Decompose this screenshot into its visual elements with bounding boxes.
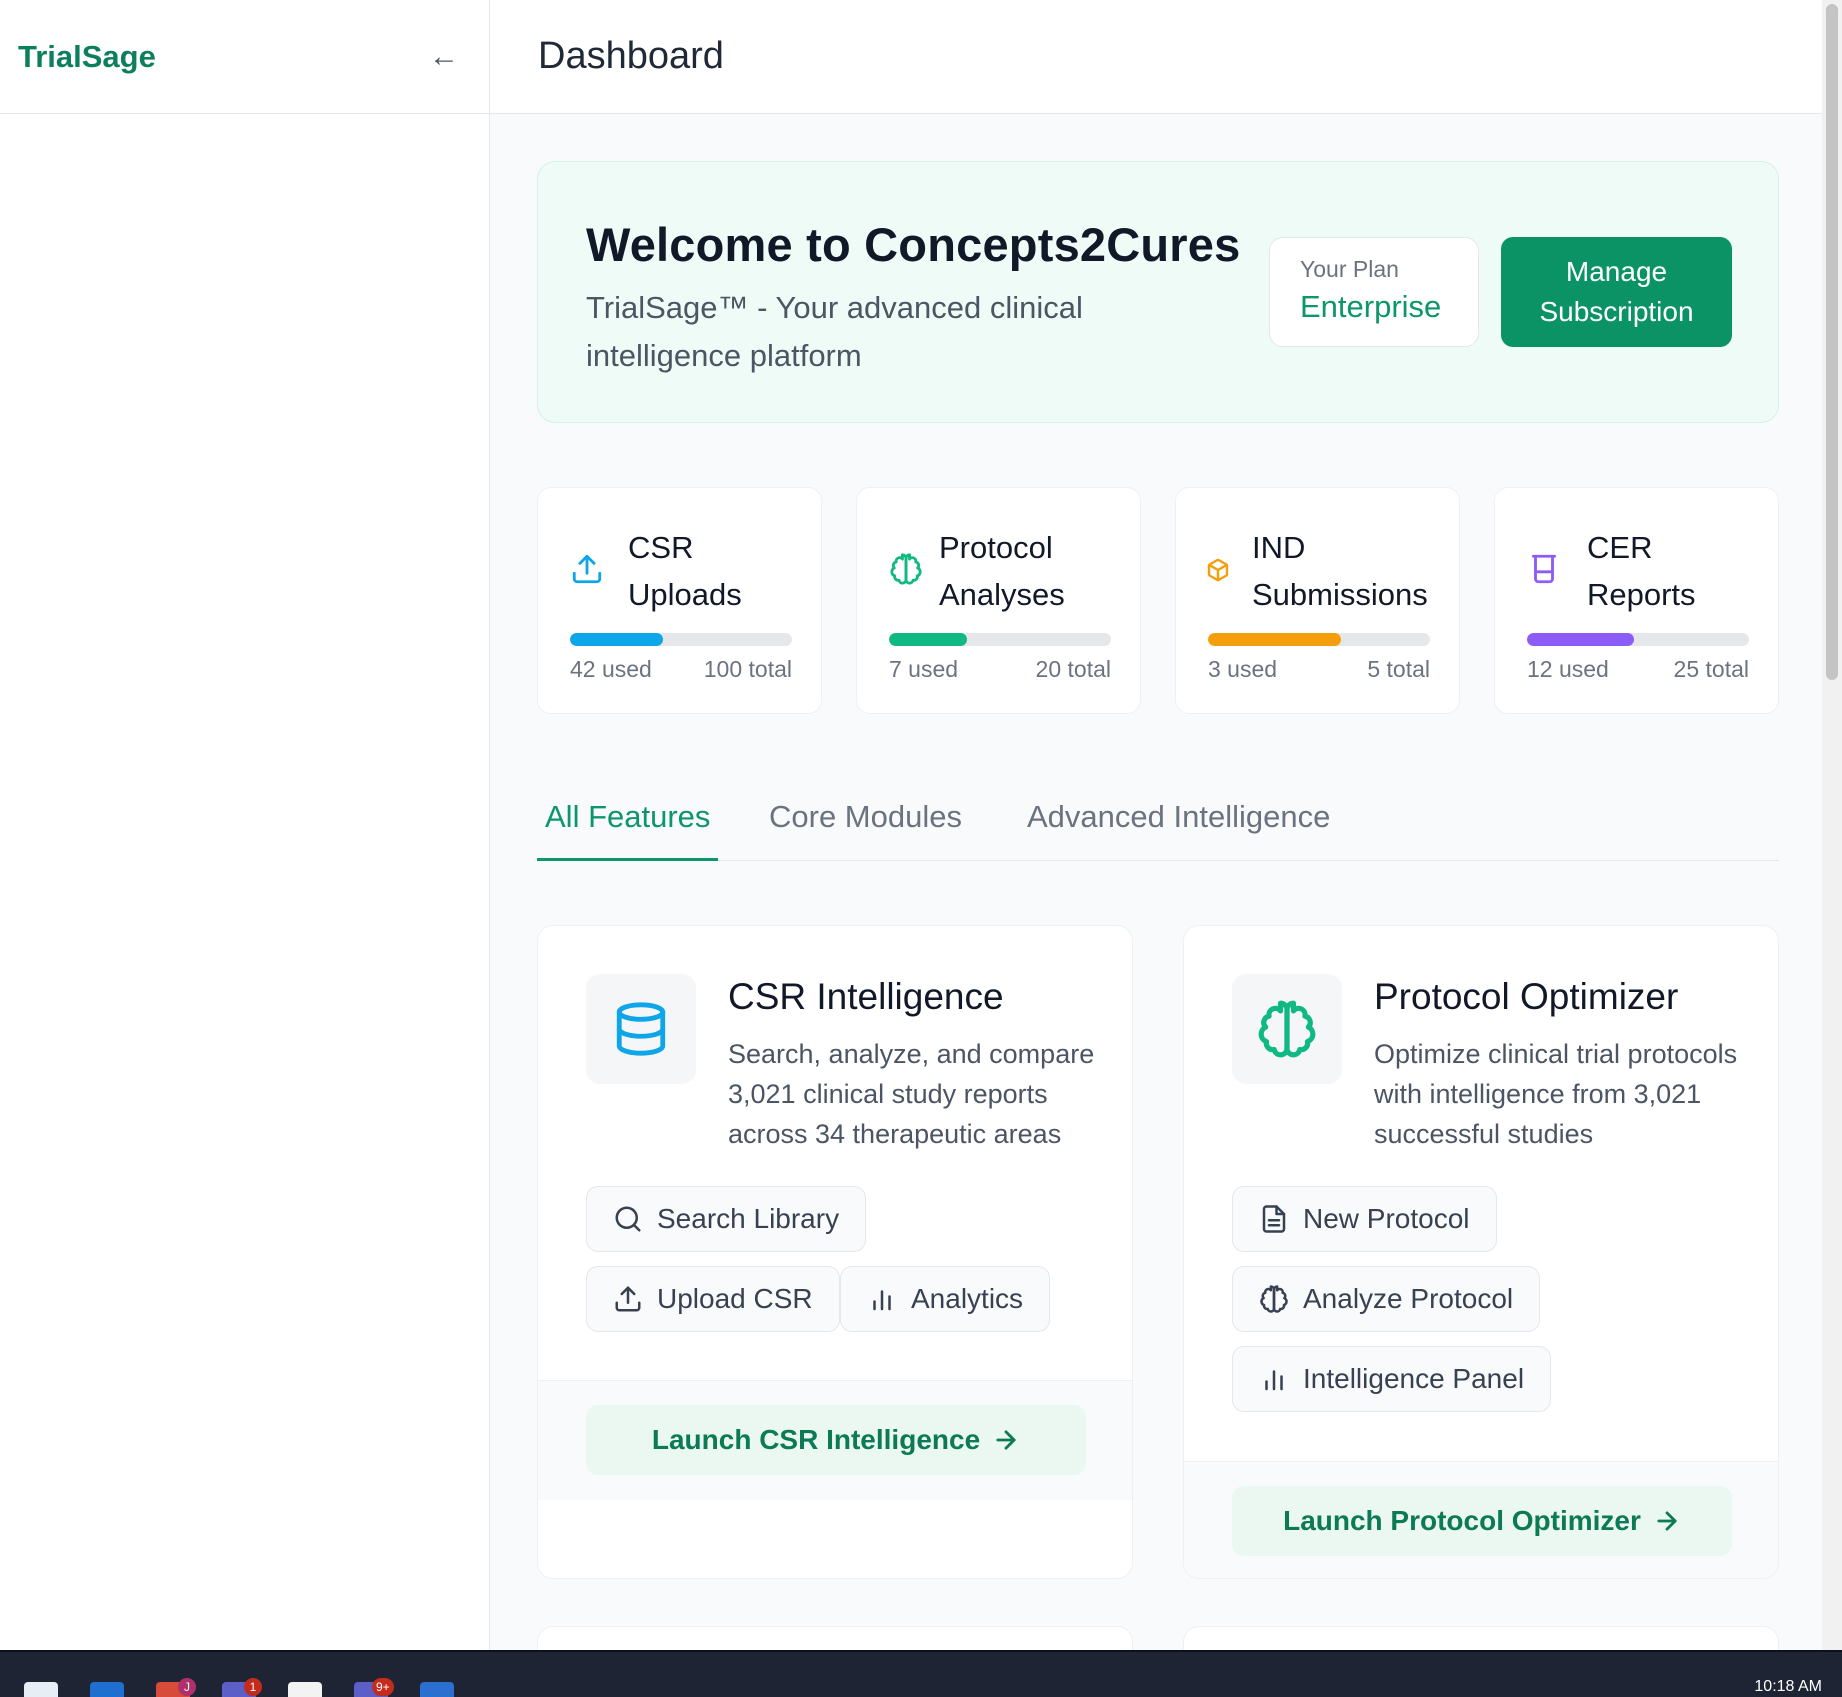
stat-total: 100 total (703, 656, 792, 682)
arrow-left-icon[interactable]: ← (429, 41, 459, 72)
feature-tabs: All Features Core Modules Advanced Intel… (537, 791, 1779, 861)
plan-value: Enterprise (1300, 289, 1442, 324)
main-content: Welcome to Concepts2Cures TrialSage™ - Y… (537, 161, 1779, 1686)
upload-icon (572, 554, 602, 584)
database-icon (616, 1002, 666, 1056)
stat-card-protocol-analyses: Protocol Analyses 7 used 20 total (856, 487, 1141, 714)
brand-logo-text[interactable]: TrialSage (18, 39, 156, 75)
feature-card-footer: Launch Protocol Optimizer (1184, 1461, 1778, 1578)
stat-title: IND Submissions (1252, 530, 1428, 612)
tab-core-modules[interactable]: Core Modules (769, 799, 962, 861)
scrollbar[interactable] (1822, 0, 1842, 1650)
outlook-icon[interactable] (90, 1682, 124, 1697)
stat-footer: 12 used 25 total (1527, 656, 1749, 683)
new-protocol-button[interactable]: New Protocol (1232, 1186, 1497, 1252)
manage-subscription-button[interactable]: Manage Subscription (1501, 237, 1732, 347)
stat-used: 7 used (889, 656, 959, 682)
usage-progress-fill (889, 633, 967, 646)
stat-title: CSR Uploads (628, 530, 742, 612)
brain-icon (890, 553, 922, 585)
taskbar-clock: 10:18 AM (1754, 1678, 1822, 1695)
feature-title: Protocol Optimizer (1374, 976, 1679, 1017)
upload-csr-button[interactable]: Upload CSR (586, 1266, 840, 1332)
chip-label: Analyze Protocol (1303, 1283, 1514, 1314)
notification-badge: 1 (244, 1678, 262, 1696)
stat-used: 12 used (1527, 656, 1609, 682)
stat-card-ind-submissions: IND Submissions 3 used 5 total (1175, 487, 1460, 714)
usage-stats: CSR Uploads 42 used 100 total Protocol An… (537, 487, 1779, 714)
chip-label: Intelligence Panel (1303, 1363, 1525, 1394)
chip-label: New Protocol (1303, 1203, 1470, 1234)
sidebar-header: TrialSage ← (0, 0, 489, 114)
bar-chart-icon (1265, 1370, 1283, 1391)
bar-chart-icon (873, 1290, 891, 1311)
analyze-protocol-button[interactable]: Analyze Protocol (1232, 1266, 1541, 1332)
calendar-icon[interactable] (288, 1682, 322, 1697)
feature-title: CSR Intelligence (728, 976, 1004, 1017)
chip-label: Upload CSR (657, 1283, 813, 1314)
feature-icon-box (586, 974, 696, 1084)
stat-footer: 3 used 5 total (1208, 656, 1430, 683)
feature-card-csr-intelligence: CSR Intelligence Search, analyze, and co… (537, 925, 1133, 1579)
scrollbar-thumb[interactable] (1826, 4, 1838, 680)
usage-progress-bar (1527, 633, 1749, 646)
upload-icon (615, 1286, 641, 1312)
file-explorer-icon[interactable] (24, 1682, 58, 1697)
chip-label: Search Library (657, 1203, 840, 1234)
feature-card-footer: Launch CSR Intelligence (538, 1380, 1132, 1500)
stat-card-cer-reports: CER Reports 12 used 25 total (1494, 487, 1779, 714)
welcome-banner: Welcome to Concepts2Cures TrialSage™ - Y… (537, 161, 1779, 423)
feature-icon-box (1232, 974, 1342, 1084)
plan-card: Your Plan Enterprise (1269, 237, 1479, 347)
stat-total: 5 total (1367, 656, 1430, 682)
arrow-right-icon (996, 1430, 1016, 1450)
os-taskbar: J 1 9+ 10:18 AM (0, 1650, 1842, 1697)
launch-label: Launch CSR Intelligence (651, 1424, 981, 1455)
page-title: Dashboard (538, 35, 724, 77)
tab-all-features[interactable]: All Features (537, 799, 719, 861)
usage-progress-fill (570, 633, 664, 646)
usage-progress-fill (1527, 633, 1634, 646)
beaker-icon (1531, 554, 1557, 584)
search-icon (615, 1206, 641, 1232)
top-header: Dashboard (490, 0, 1822, 114)
notification-badge: 9+ (372, 1678, 394, 1696)
stat-card-csr-uploads: CSR Uploads 42 used 100 total (537, 487, 822, 714)
launch-label: Launch Protocol Optimizer (1283, 1505, 1641, 1536)
usage-progress-fill (1208, 633, 1342, 646)
arrow-right-icon (1657, 1511, 1677, 1531)
stat-used: 3 used (1208, 656, 1278, 682)
search-library-button[interactable]: Search Library (586, 1186, 867, 1252)
launch-protocol-optimizer-button[interactable]: Launch Protocol Optimizer (1232, 1486, 1732, 1556)
intelligence-panel-button[interactable]: Intelligence Panel (1232, 1346, 1552, 1412)
stat-footer: 42 used 100 total (570, 656, 792, 683)
stat-title: Protocol Analyses (939, 530, 1065, 612)
file-text-icon (1262, 1205, 1286, 1233)
usage-progress-bar (889, 633, 1111, 646)
feature-description: Search, analyze, and compare 3,021 clini… (728, 1039, 1095, 1149)
analytics-button[interactable]: Analytics (840, 1266, 1051, 1332)
brain-icon (1258, 1000, 1316, 1058)
stat-total: 20 total (1035, 656, 1111, 682)
stat-footer: 7 used 20 total (889, 656, 1111, 683)
feature-card-protocol-optimizer: Protocol Optimizer Optimize clinical tri… (1183, 925, 1779, 1579)
usage-progress-bar (570, 633, 792, 646)
plan-label: Your Plan (1300, 256, 1399, 282)
package-icon (1207, 558, 1229, 582)
welcome-subtitle: TrialSage™ - Your advanced clinical inte… (586, 290, 1083, 373)
stat-total: 25 total (1673, 656, 1749, 682)
notification-badge: J (178, 1678, 196, 1696)
brain-icon (1260, 1285, 1288, 1313)
feature-description: Optimize clinical trial protocols with i… (1374, 1039, 1738, 1149)
usage-progress-bar (1208, 633, 1430, 646)
launch-csr-intelligence-button[interactable]: Launch CSR Intelligence (586, 1405, 1086, 1475)
tab-advanced-intelligence[interactable]: Advanced Intelligence (1027, 799, 1330, 861)
word-icon[interactable] (420, 1682, 454, 1697)
stat-title: CER Reports (1587, 530, 1696, 612)
stat-used: 42 used (570, 656, 652, 682)
sidebar: TrialSage ← (0, 0, 490, 1650)
chip-label: Analytics (911, 1283, 1024, 1314)
